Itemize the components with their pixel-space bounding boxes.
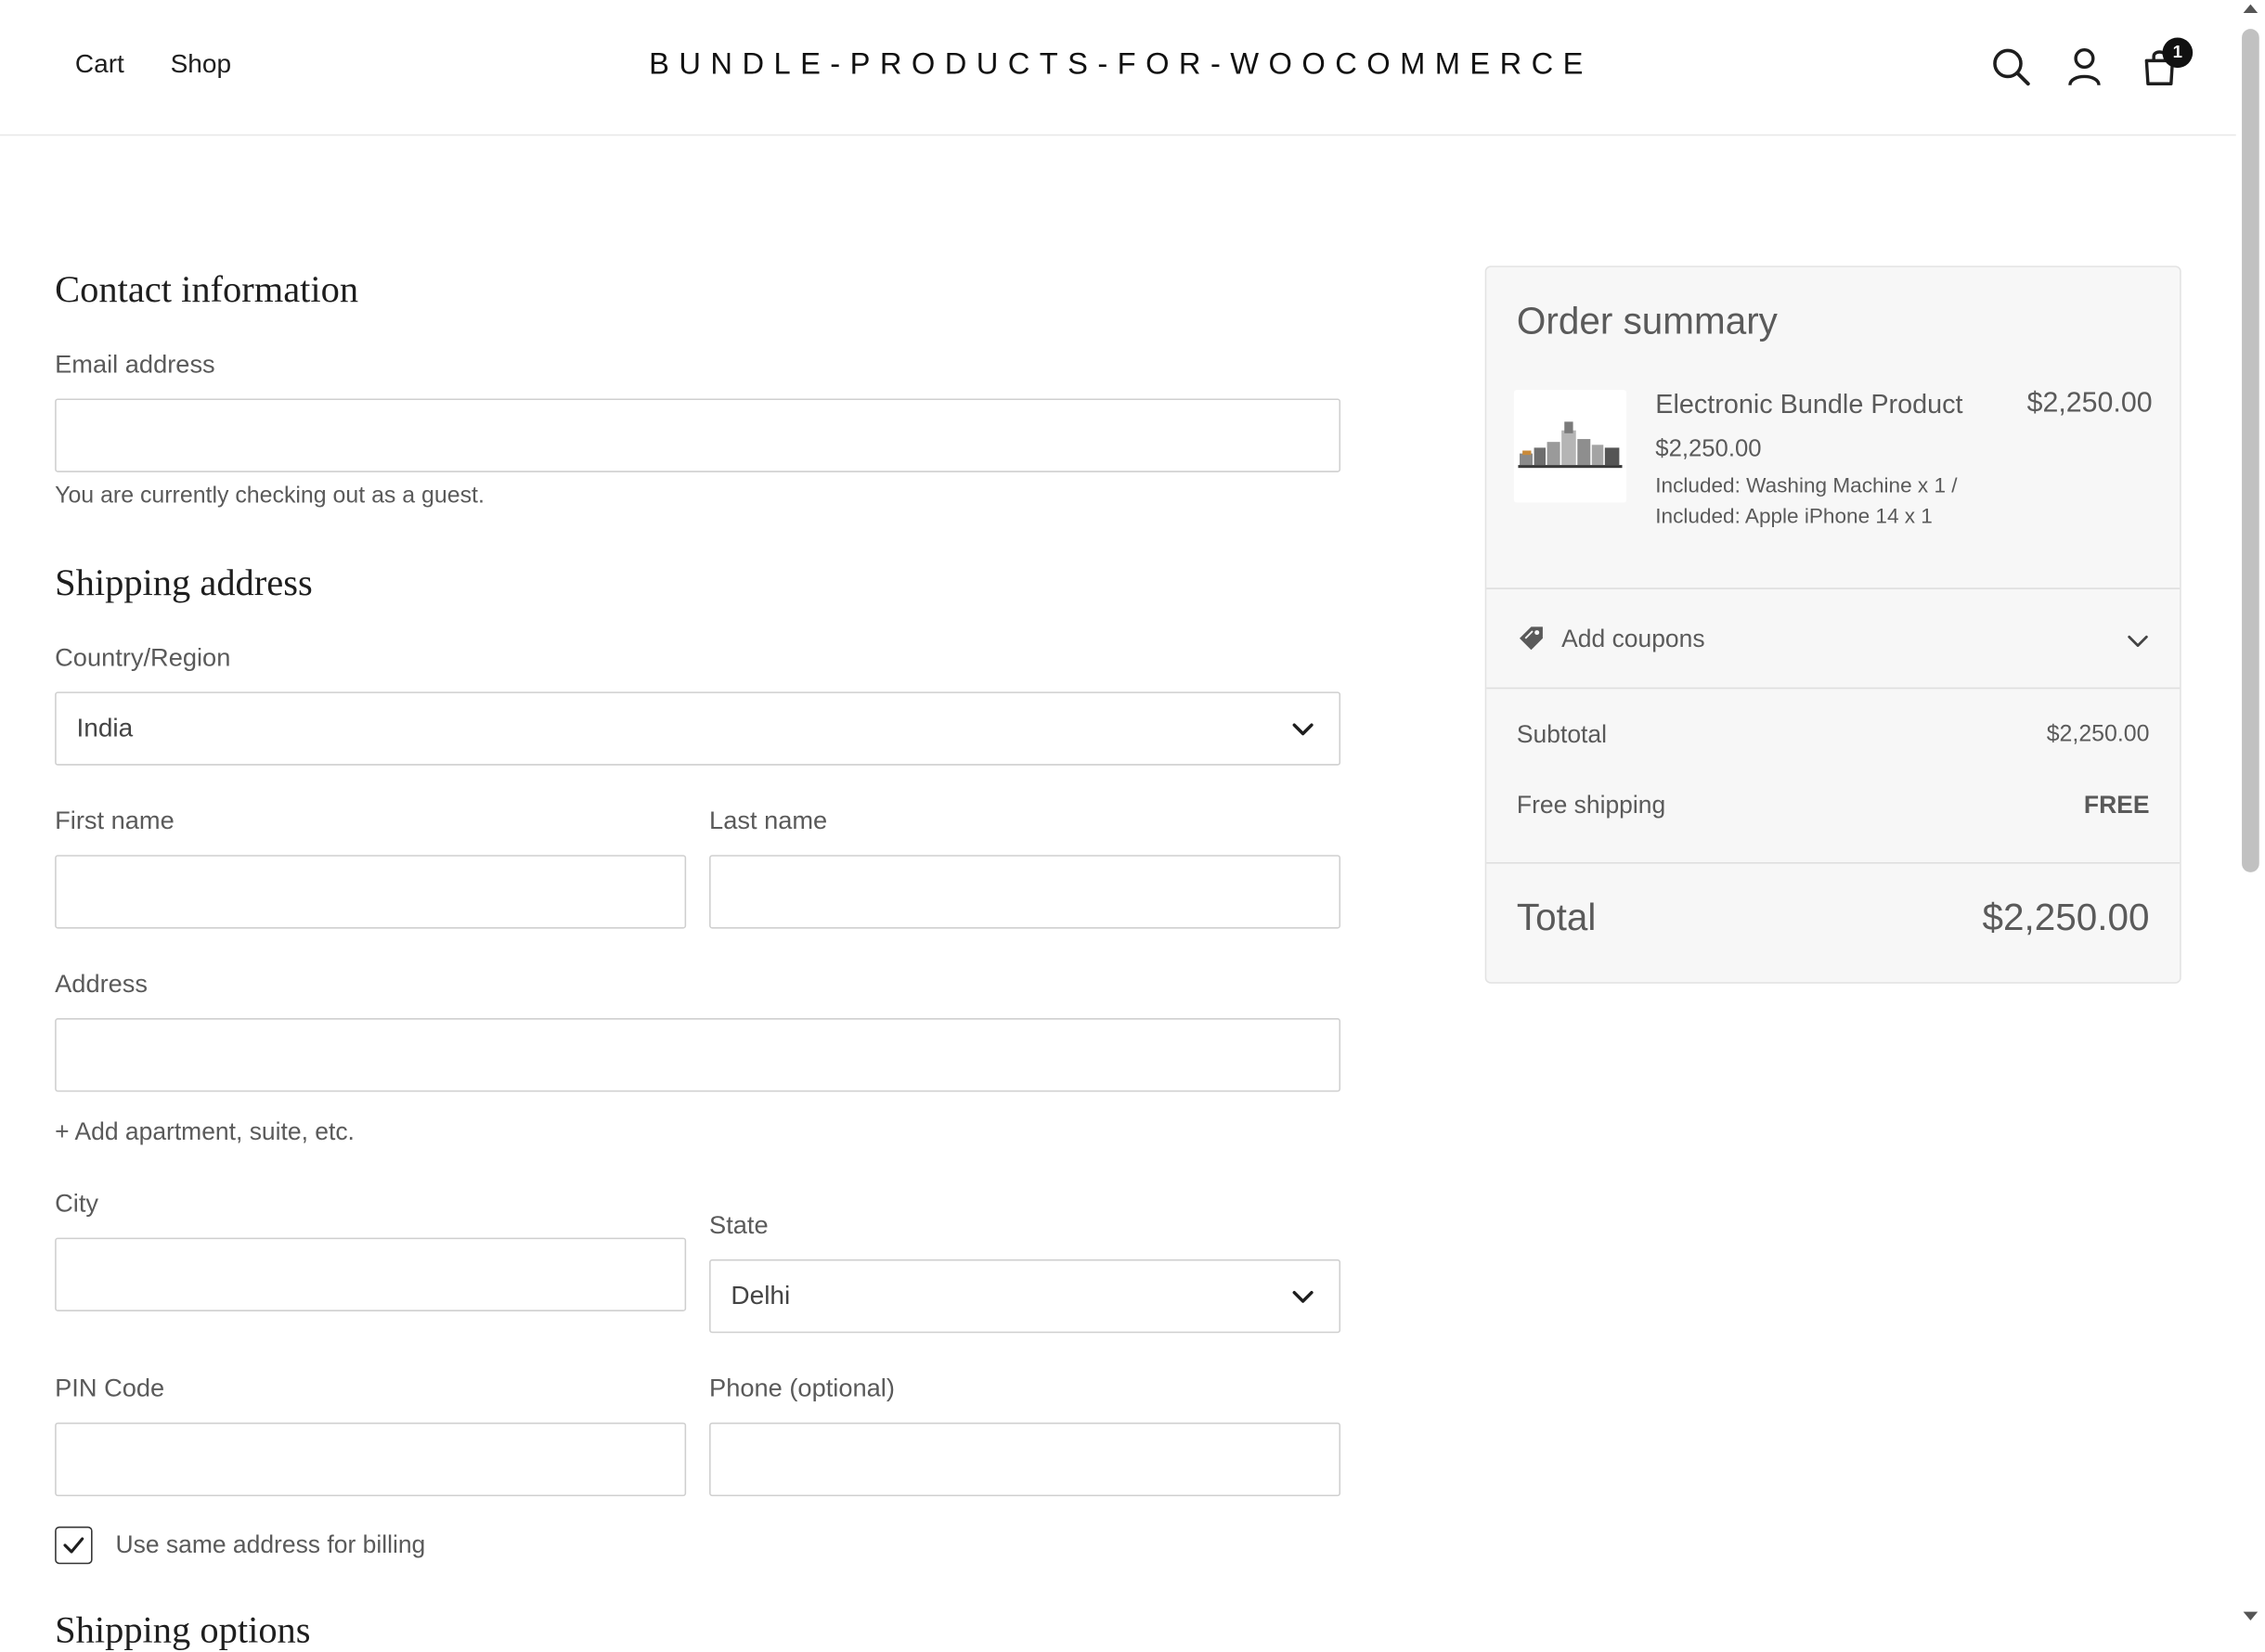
divider (1486, 687, 2181, 690)
search-icon[interactable] (1990, 45, 2031, 88)
add-coupons-toggle[interactable]: Add coupons (1561, 626, 1704, 654)
page-scrollbar[interactable] (2235, 0, 2265, 1633)
first-name-input[interactable] (55, 855, 687, 929)
state-select[interactable]: Delhi (709, 1258, 1341, 1334)
country-select[interactable]: India (55, 691, 1341, 766)
phone-input[interactable] (709, 1422, 1341, 1497)
order-summary-panel: Order summary Electronic Bundle Product … (1484, 265, 2181, 984)
product-thumbnail (1513, 390, 1627, 503)
scrollbar-thumb[interactable] (2242, 29, 2259, 872)
total-label: Total (1516, 895, 1597, 939)
shipping-options-heading: Shipping options (55, 1608, 311, 1651)
site-header: Cart Shop BUNDLE-PRODUCTS-FOR-WOOCOMMERC… (0, 0, 2236, 136)
coupon-tag-icon (1520, 626, 1543, 651)
account-icon[interactable] (2064, 45, 2105, 88)
address-label: Address (55, 969, 149, 999)
shipping-method-value: FREE (2083, 791, 2150, 820)
product-unit-price: $2,250.00 (1655, 435, 1762, 462)
shipping-heading: Shipping address (55, 561, 313, 604)
product-name[interactable]: Electronic Bundle Product (1655, 389, 1962, 420)
first-name-label: First name (55, 806, 175, 835)
city-label: City (55, 1188, 99, 1218)
product-image (1518, 421, 1623, 469)
site-title[interactable]: BUNDLE-PRODUCTS-FOR-WOOCOMMERCE (0, 47, 2242, 82)
state-label: State (709, 1210, 769, 1240)
included-item: Included: Washing Machine x 1 / (1655, 474, 1958, 498)
state-select-value: Delhi (731, 1281, 791, 1310)
product-line-total: $2,250.00 (2026, 387, 2153, 419)
chevron-down-icon (1292, 1290, 1314, 1303)
order-summary-title: Order summary (1516, 299, 1778, 342)
same-billing-checkbox[interactable] (55, 1526, 93, 1565)
last-name-input[interactable] (709, 855, 1341, 929)
divider (1486, 587, 2181, 589)
checkmark-icon (63, 1537, 84, 1554)
country-label: Country/Region (55, 642, 231, 672)
chevron-down-icon[interactable] (2127, 629, 2150, 652)
city-input[interactable] (55, 1237, 687, 1311)
add-apartment-link[interactable]: + Add apartment, suite, etc. (55, 1117, 355, 1146)
included-item: Included: Apple iPhone 14 x 1 (1655, 505, 1933, 529)
phone-label: Phone (optional) (709, 1373, 895, 1402)
country-select-value: India (76, 713, 134, 742)
pin-code-label: PIN Code (55, 1373, 165, 1402)
subtotal-label: Subtotal (1516, 720, 1607, 749)
subtotal-value: $2,250.00 (2046, 722, 2150, 747)
contact-heading: Contact information (55, 268, 359, 311)
last-name-label: Last name (709, 806, 828, 835)
address-input[interactable] (55, 1018, 1341, 1092)
shipping-method-label: Free shipping (1516, 791, 1666, 820)
total-value: $2,250.00 (1982, 895, 2150, 939)
scroll-up-arrow-icon[interactable] (2243, 4, 2259, 14)
email-label: Email address (55, 349, 215, 379)
divider (1486, 861, 2181, 864)
email-input[interactable] (55, 398, 1341, 472)
chevron-down-icon (1292, 723, 1314, 736)
scroll-down-arrow-icon[interactable] (2243, 1611, 2259, 1620)
pin-code-input[interactable] (55, 1422, 687, 1497)
same-billing-label[interactable]: Use same address for billing (115, 1530, 425, 1559)
guest-note: You are currently checking out as a gues… (55, 484, 485, 509)
cart-count-badge: 1 (2162, 37, 2194, 69)
